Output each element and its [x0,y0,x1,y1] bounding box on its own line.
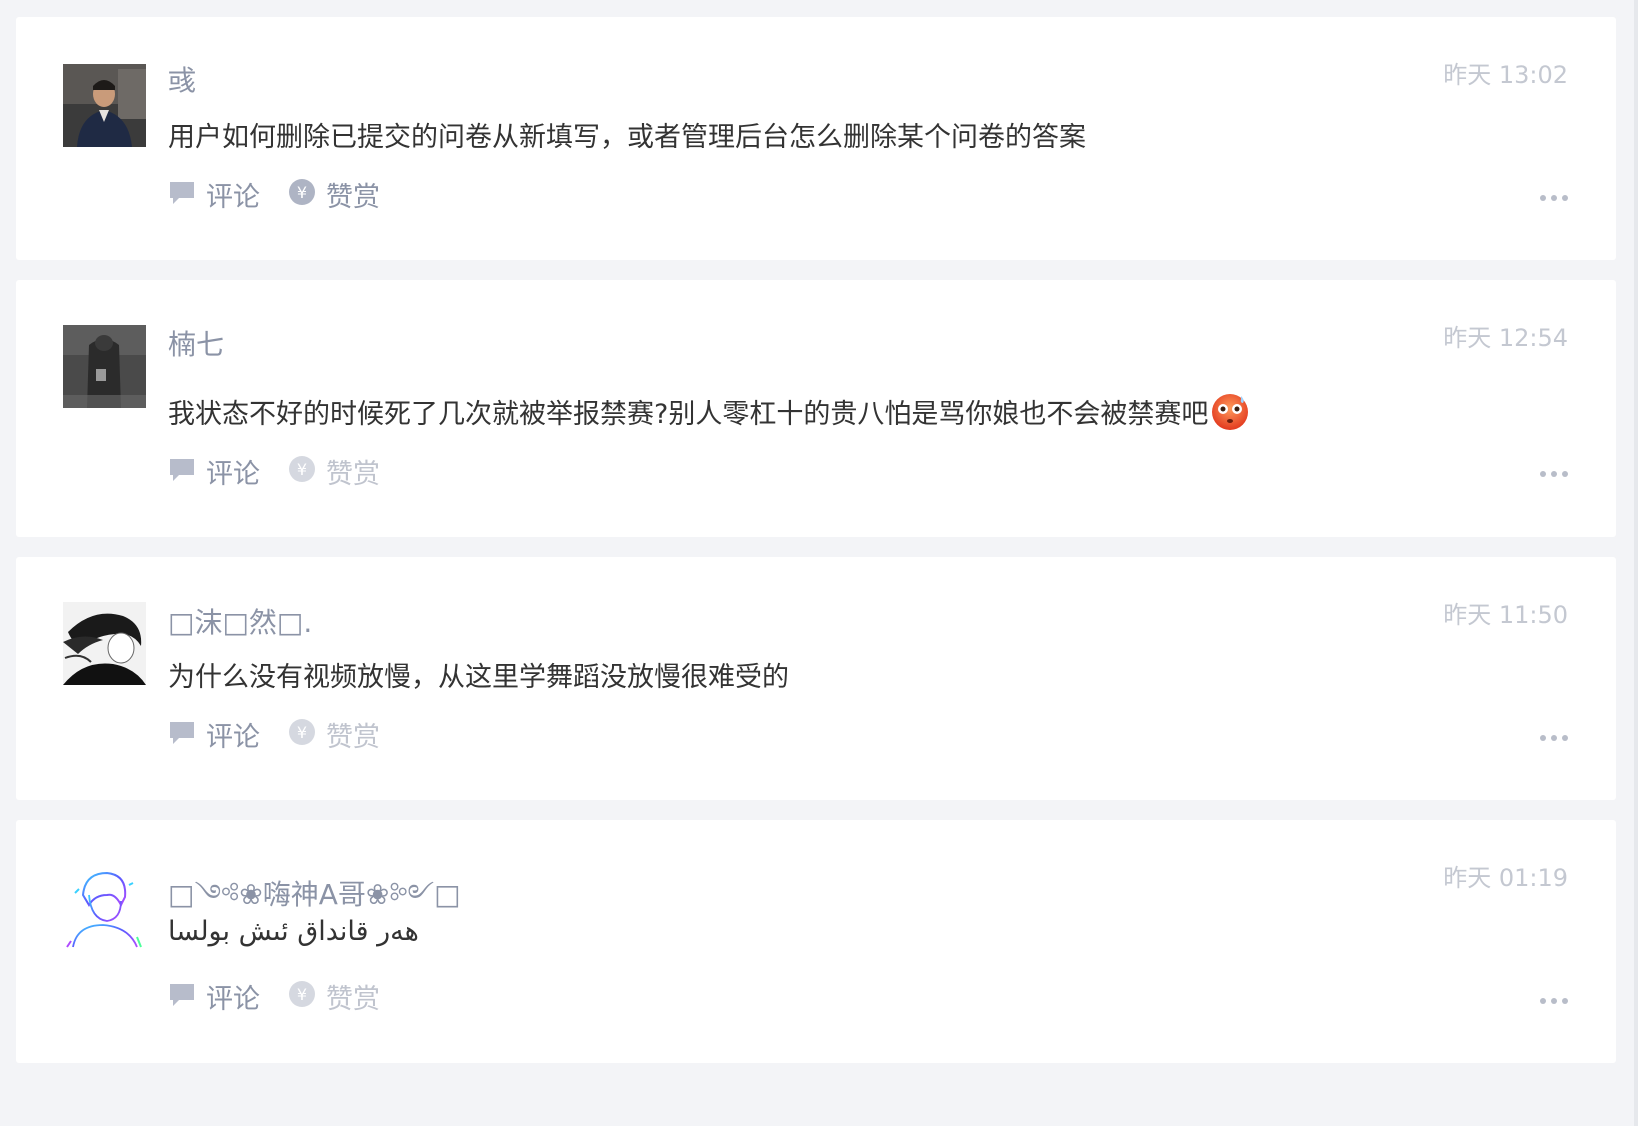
yen-coin-icon: ¥ [288,980,316,1012]
avatar[interactable] [63,602,146,685]
comment-button[interactable]: 评论 [168,977,260,1016]
action-bar: 评论 ¥ 赞赏 [168,714,408,754]
svg-text:¥: ¥ [297,723,307,742]
comment-text: هەر قانداق ئىش بولسا [168,916,419,947]
avatar-photo-dark-night [63,325,146,408]
more-options-button[interactable] [1540,729,1568,747]
comment-label: 评论 [206,458,260,490]
comment-card: 彧 昨天 13:02 用户如何删除已提交的问卷从新填写，或者管理后台怎么删除某个… [16,17,1616,260]
comment-label: 评论 [206,181,260,213]
action-bar: 评论 ¥ 赞赏 [168,976,408,1016]
ellipsis-icon [1540,735,1546,741]
more-options-button[interactable] [1540,465,1568,483]
comment-button[interactable]: 评论 [168,175,260,214]
avatar[interactable] [63,64,146,147]
more-options-button[interactable] [1540,992,1568,1010]
more-options-button[interactable] [1540,189,1568,207]
reward-button[interactable]: ¥ 赞赏 [288,715,380,754]
author-name[interactable]: 楠七 [168,323,224,363]
post-time: 昨天 12:54 [1443,324,1568,352]
avatar-illustration-neon-boy [63,865,146,948]
avatar[interactable] [63,865,146,948]
flushed-face-icon [1210,392,1250,439]
author-name[interactable]: □沫□然□. [168,601,312,641]
action-bar: 评论 ¥ 赞赏 [168,174,408,214]
comment-label: 评论 [206,983,260,1015]
comment-card: □沫□然□. 昨天 11:50 为什么没有视频放慢，从这里学舞蹈没放慢很难受的 … [16,557,1616,800]
author-name[interactable]: 彧 [168,59,196,99]
svg-text:¥: ¥ [297,183,307,202]
speech-bubble-icon [168,981,196,1011]
comment-label: 评论 [206,721,260,753]
comment-feed: 彧 昨天 13:02 用户如何删除已提交的问卷从新填写，或者管理后台怎么删除某个… [0,0,1638,1126]
post-time: 昨天 01:19 [1443,864,1568,892]
reward-label: 赞赏 [326,181,380,213]
comment-card: □༺❀嗨神A哥❀༻□ 昨天 01:19 هەر قانداق ئىش بولسا… [16,820,1616,1063]
comment-text: 我状态不好的时候死了几次就被举报禁赛?别人零杠十的贵八怕是骂你娘也不会被禁赛吧 [168,392,1250,439]
speech-bubble-icon [168,179,196,209]
comment-button[interactable]: 评论 [168,452,260,491]
scrollbar-track[interactable] [1634,0,1638,1126]
post-time: 昨天 11:50 [1443,601,1568,629]
ellipsis-icon [1540,998,1546,1004]
reward-label: 赞赏 [326,458,380,490]
reward-button[interactable]: ¥ 赞赏 [288,977,380,1016]
yen-coin-icon: ¥ [288,718,316,750]
svg-text:¥: ¥ [297,460,307,479]
comment-text-body: 我状态不好的时候死了几次就被举报禁赛?别人零杠十的贵八怕是骂你娘也不会被禁赛吧 [168,399,1209,430]
avatar[interactable] [63,325,146,408]
comment-button[interactable]: 评论 [168,715,260,754]
comment-card: 楠七 昨天 12:54 我状态不好的时候死了几次就被举报禁赛?别人零杠十的贵八怕… [16,280,1616,537]
reward-label: 赞赏 [326,721,380,753]
reward-button[interactable]: ¥ 赞赏 [288,175,380,214]
post-time: 昨天 13:02 [1443,61,1568,89]
comment-text: 用户如何删除已提交的问卷从新填写，或者管理后台怎么删除某个问卷的答案 [168,122,1086,153]
speech-bubble-icon [168,456,196,486]
svg-text:¥: ¥ [297,985,307,1004]
comment-text: 为什么没有视频放慢，从这里学舞蹈没放慢很难受的 [168,662,789,693]
avatar-photo-man-dark-shirt [63,64,146,147]
ellipsis-icon [1540,195,1546,201]
yen-coin-icon: ¥ [288,455,316,487]
avatar-illustration-windswept-hair [63,602,146,685]
reward-button[interactable]: ¥ 赞赏 [288,452,380,491]
reward-label: 赞赏 [326,983,380,1015]
speech-bubble-icon [168,719,196,749]
ellipsis-icon [1540,471,1546,477]
action-bar: 评论 ¥ 赞赏 [168,451,408,491]
yen-coin-icon: ¥ [288,178,316,210]
